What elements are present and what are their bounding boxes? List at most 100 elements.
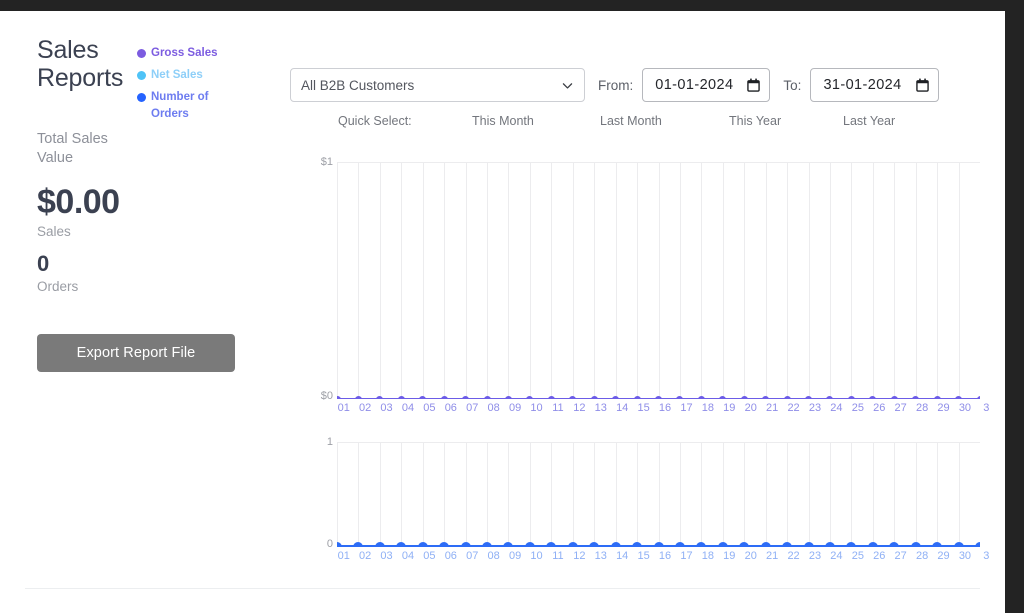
chart-data-point[interactable] xyxy=(655,395,662,399)
chart-data-point[interactable] xyxy=(803,542,814,547)
chart-data-point[interactable] xyxy=(546,542,557,547)
chart-data-point[interactable] xyxy=(569,395,577,399)
chart-data-point[interactable] xyxy=(890,395,898,399)
chart-gridline xyxy=(916,162,917,399)
chart-gridline xyxy=(937,162,938,399)
quick-select-this-year[interactable]: This Year xyxy=(729,114,781,128)
chart-data-point[interactable] xyxy=(440,395,448,399)
chart-data-point[interactable] xyxy=(632,542,643,547)
chart-data-point[interactable] xyxy=(354,395,362,399)
chart-data-point[interactable] xyxy=(337,542,342,547)
chart-data-point[interactable] xyxy=(697,395,705,399)
customer-select[interactable]: All B2B Customers xyxy=(290,68,585,102)
chart-data-point[interactable] xyxy=(376,395,384,399)
chart-data-point[interactable] xyxy=(933,395,941,399)
chart-data-point[interactable] xyxy=(396,542,407,547)
chart-data-point[interactable] xyxy=(910,542,921,547)
from-date-input[interactable]: 01-01-2024 xyxy=(642,68,771,102)
chart-data-point[interactable] xyxy=(932,542,943,547)
chart-data-point[interactable] xyxy=(719,395,727,399)
chart-data-point[interactable] xyxy=(590,395,598,399)
total-orders-caption: Orders xyxy=(37,279,79,294)
chart-data-point[interactable] xyxy=(976,395,980,399)
chart-xtick-label: 26 xyxy=(873,550,886,562)
calendar-icon[interactable] xyxy=(747,78,761,92)
chart-data-point[interactable] xyxy=(975,542,980,547)
chart-data-point[interactable] xyxy=(439,542,450,547)
chart-data-point[interactable] xyxy=(740,395,748,399)
chart-data-point[interactable] xyxy=(353,542,364,547)
chart-gridline xyxy=(573,442,574,547)
chart-gridline xyxy=(466,162,467,399)
chart-data-point[interactable] xyxy=(739,542,750,547)
chart-data-point[interactable] xyxy=(869,395,877,399)
chart-data-point[interactable] xyxy=(567,542,578,547)
chart-data-point[interactable] xyxy=(674,542,685,547)
chart-gridline xyxy=(637,442,638,547)
orders-chart-plot-area[interactable] xyxy=(337,442,980,547)
chart-data-point[interactable] xyxy=(782,542,793,547)
chart-data-point[interactable] xyxy=(955,395,963,399)
to-date-input[interactable]: 31-01-2024 xyxy=(810,68,939,102)
from-date-value: 01-01-2024 xyxy=(655,77,734,93)
chart-data-point[interactable] xyxy=(696,542,707,547)
chart-data-point[interactable] xyxy=(460,542,471,547)
chart-data-point[interactable] xyxy=(783,395,791,399)
calendar-icon[interactable] xyxy=(915,78,929,92)
quick-select-last-month[interactable]: Last Month xyxy=(600,114,662,128)
chart-data-point[interactable] xyxy=(524,542,535,547)
chart-data-point[interactable] xyxy=(824,542,835,547)
chart-xtick-label: 09 xyxy=(508,402,522,414)
chart-data-point[interactable] xyxy=(417,542,428,547)
chart-data-point[interactable] xyxy=(483,395,491,399)
chart-data-point[interactable] xyxy=(953,542,964,547)
chart-data-point[interactable] xyxy=(419,395,427,399)
chart-data-point[interactable] xyxy=(653,542,664,547)
chart-data-point[interactable] xyxy=(374,542,385,547)
chart-data-point[interactable] xyxy=(610,542,621,547)
chart-xtick-label: 16 xyxy=(658,550,672,562)
chart-data-point[interactable] xyxy=(526,395,534,399)
chart-data-point[interactable] xyxy=(867,542,878,547)
export-report-file-button[interactable]: Export Report File xyxy=(37,334,235,372)
chart-data-point[interactable] xyxy=(504,395,512,399)
chart-gridline xyxy=(401,442,402,547)
chart-data-point[interactable] xyxy=(762,395,770,399)
chart-data-point[interactable] xyxy=(547,395,555,399)
chart-data-point[interactable] xyxy=(805,395,813,399)
chart-data-point[interactable] xyxy=(482,542,493,547)
chart-data-point[interactable] xyxy=(397,395,405,399)
chart-gridline xyxy=(701,442,702,547)
chart-data-point[interactable] xyxy=(912,395,920,399)
chart-data-point[interactable] xyxy=(847,395,855,399)
chart-xtick-label: 09 xyxy=(508,550,522,562)
from-label: From: xyxy=(598,77,634,93)
chart-data-point[interactable] xyxy=(612,395,620,399)
chart-xtick-label: 03 xyxy=(380,550,393,562)
chart-data-point[interactable] xyxy=(846,542,857,547)
chart-xtick-label: 07 xyxy=(466,402,479,414)
page-title: Sales Reports xyxy=(37,36,124,92)
quick-select-this-month[interactable]: This Month xyxy=(472,114,534,128)
chart-xtick-label: 29 xyxy=(937,402,950,414)
chart-data-point[interactable] xyxy=(589,542,600,547)
chart-data-point[interactable] xyxy=(760,542,771,547)
orders-chart: 1 0 01 02 03 04 05 06 07 08 09 10 11 12 13 14 15 16 17 18… xyxy=(305,434,990,566)
chart-data-point[interactable] xyxy=(462,395,470,399)
quick-select-last-year[interactable]: Last Year xyxy=(843,114,895,128)
chart-data-point[interactable] xyxy=(889,542,900,547)
chart-gridline xyxy=(851,442,852,547)
sales-chart-plot-area[interactable] xyxy=(337,162,980,399)
chart-data-point[interactable] xyxy=(676,395,684,399)
chart-data-point[interactable] xyxy=(337,395,341,399)
legend-label: Net Sales xyxy=(151,69,203,81)
chart-xtick-label: 10 xyxy=(530,550,543,562)
chart-xtick-label: 26 xyxy=(873,402,886,414)
title-and-legend-row: Sales Reports Gross Sales Net Sales Numb… xyxy=(37,36,252,128)
chart-data-point[interactable] xyxy=(717,542,728,547)
chart-xtick-label: 11 xyxy=(552,550,564,562)
chart-data-point[interactable] xyxy=(503,542,514,547)
summary-subtitle: Total Sales Value xyxy=(37,131,108,166)
chart-data-point[interactable] xyxy=(826,395,834,399)
chart-data-point[interactable] xyxy=(633,395,641,399)
